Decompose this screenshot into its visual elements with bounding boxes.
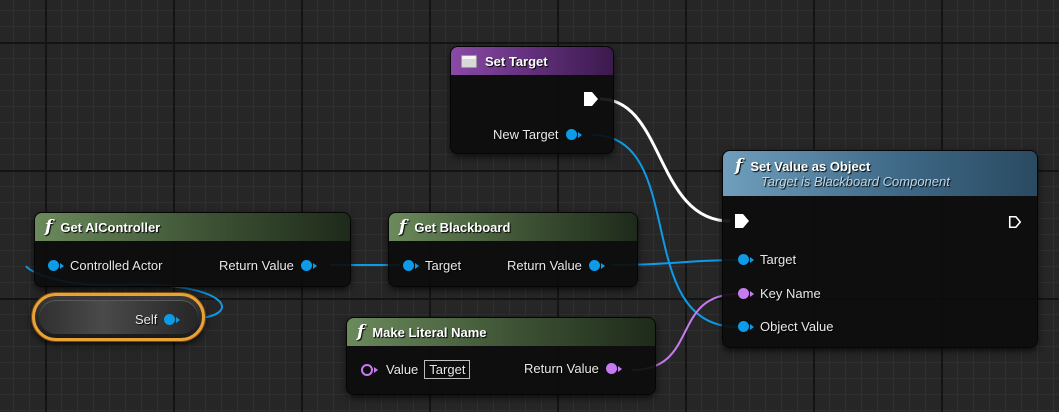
self-row: Self bbox=[135, 312, 181, 327]
get-blackboard-header[interactable]: f Get Blackboard bbox=[389, 213, 637, 241]
set-value-as-object-node[interactable]: f Set Value as Object Target is Blackboa… bbox=[723, 151, 1037, 347]
set-value-target-pin[interactable] bbox=[738, 254, 754, 265]
set-target-title: Set Target bbox=[485, 53, 548, 69]
get-aicontroller-node[interactable]: f Get AIController bbox=[35, 213, 350, 286]
set-value-target-row: Target bbox=[738, 252, 796, 267]
set-value-exec-out-pin[interactable] bbox=[1008, 215, 1022, 229]
set-value-subtitle: Target is Blackboard Component bbox=[761, 174, 950, 189]
function-icon: f bbox=[357, 322, 365, 342]
set-value-title: Set Value as Object bbox=[750, 158, 871, 174]
get-blackboard-title: Get Blackboard bbox=[414, 219, 511, 235]
set-target-exec-out-pin[interactable] bbox=[583, 91, 599, 107]
set-value-as-object-header[interactable]: f Set Value as Object Target is Blackboa… bbox=[723, 151, 1037, 196]
variable-set-icon bbox=[461, 54, 477, 68]
aicontroller-return-label: Return Value bbox=[219, 258, 294, 273]
literal-return-label: Return Value bbox=[524, 361, 599, 376]
blackboard-target-row: Target bbox=[403, 258, 461, 273]
literal-return-pin[interactable] bbox=[605, 363, 622, 374]
literal-value-label: Value bbox=[386, 362, 419, 377]
literal-value-pin[interactable] bbox=[361, 363, 378, 376]
set-value-key-name-row: Key Name bbox=[738, 286, 821, 301]
set-target-new-target-row: New Target bbox=[493, 127, 582, 142]
self-node[interactable]: Self bbox=[32, 293, 205, 341]
literal-return-row: Return Value bbox=[524, 361, 622, 376]
set-target-header[interactable]: Set Target bbox=[451, 47, 613, 75]
get-aicontroller-title: Get AIController bbox=[60, 219, 161, 235]
blackboard-target-pin[interactable] bbox=[403, 260, 419, 271]
get-blackboard-node[interactable]: f Get Blackboard bbox=[389, 213, 637, 286]
key-name-label: Key Name bbox=[760, 286, 821, 301]
aicontroller-return-pin[interactable] bbox=[300, 260, 317, 271]
controlled-actor-row: Controlled Actor bbox=[48, 258, 163, 273]
self-label: Self bbox=[135, 312, 158, 327]
object-value-label: Object Value bbox=[760, 319, 834, 334]
aicontroller-return-row: Return Value bbox=[219, 258, 317, 273]
function-icon: f bbox=[399, 217, 407, 237]
get-aicontroller-header[interactable]: f Get AIController bbox=[35, 213, 350, 241]
set-value-exec-in-pin[interactable] bbox=[734, 213, 750, 229]
blackboard-return-pin[interactable] bbox=[588, 260, 605, 271]
new-target-label: New Target bbox=[493, 127, 559, 142]
make-literal-name-header[interactable]: f Make Literal Name bbox=[347, 318, 655, 346]
set-value-target-label: Target bbox=[760, 252, 797, 267]
controlled-actor-pin[interactable] bbox=[48, 260, 64, 271]
self-pin[interactable] bbox=[164, 314, 181, 325]
literal-value-row: Value Target bbox=[361, 360, 471, 379]
make-literal-name-title: Make Literal Name bbox=[372, 324, 487, 340]
function-icon: f bbox=[45, 217, 53, 237]
object-value-pin[interactable] bbox=[738, 321, 754, 332]
controlled-actor-label: Controlled Actor bbox=[70, 258, 163, 273]
key-name-pin[interactable] bbox=[738, 288, 754, 299]
function-icon: f bbox=[735, 156, 743, 176]
literal-value-input[interactable]: Target bbox=[424, 360, 471, 379]
blackboard-target-label: Target bbox=[425, 258, 462, 273]
make-literal-name-node[interactable]: f Make Literal Name bbox=[347, 318, 655, 394]
blackboard-return-row: Return Value bbox=[507, 258, 605, 273]
blackboard-return-label: Return Value bbox=[507, 258, 582, 273]
new-target-pin[interactable] bbox=[565, 129, 582, 140]
set-value-object-value-row: Object Value bbox=[738, 319, 833, 334]
